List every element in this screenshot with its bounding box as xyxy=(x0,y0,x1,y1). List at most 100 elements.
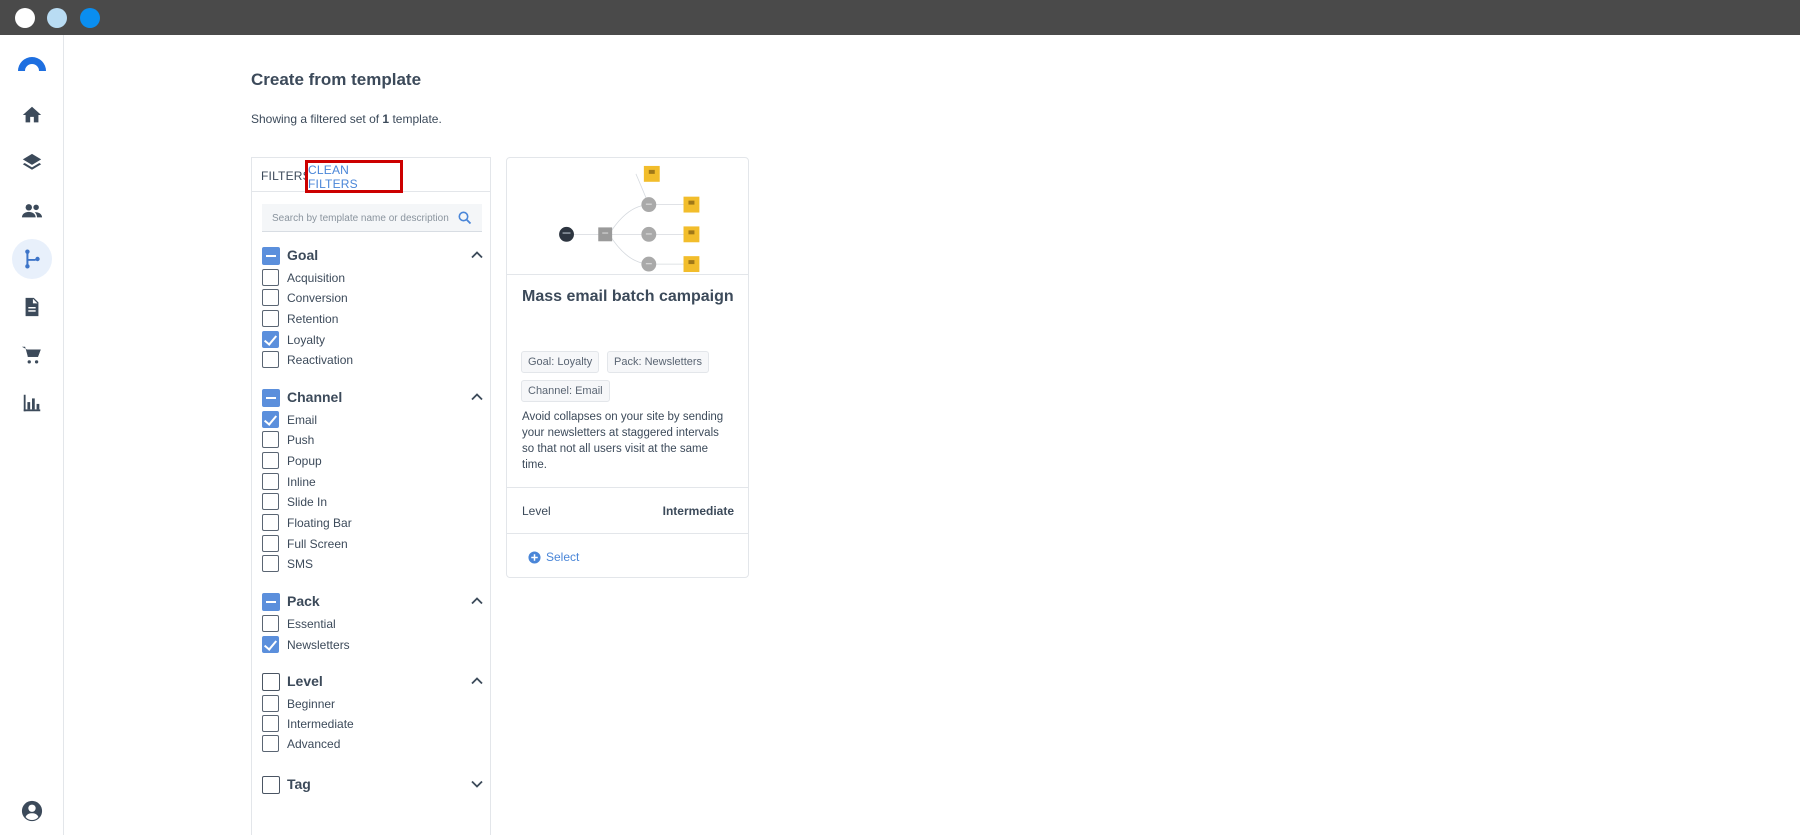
option-label: Popup xyxy=(287,454,322,468)
filter-group-tag: Tag xyxy=(262,775,484,795)
tag-group-checkbox[interactable] xyxy=(262,776,280,794)
option-label: Beginner xyxy=(287,697,336,711)
clean-filters-button[interactable]: CLEAN FILTERS xyxy=(305,160,403,193)
chevron-up-icon[interactable] xyxy=(470,248,484,262)
option-label: Essential xyxy=(287,617,336,631)
chevron-down-icon[interactable] xyxy=(470,777,484,791)
window-titlebar xyxy=(0,0,1800,35)
tag-channel: Channel: Email xyxy=(521,380,610,402)
logo-icon xyxy=(18,57,46,71)
option-label: Full Screen xyxy=(287,537,348,551)
window-dot-lightblue[interactable] xyxy=(47,8,67,28)
plus-circle-icon xyxy=(528,550,541,564)
group-header-level: Level xyxy=(262,672,484,692)
select-template-button[interactable]: Select xyxy=(528,548,579,566)
filter-group-level: Level xyxy=(262,672,484,692)
filter-group-pack: Pack xyxy=(262,592,484,612)
goal-group-checkbox[interactable] xyxy=(262,247,280,265)
checkbox-checked[interactable] xyxy=(262,331,279,348)
group-label-tag: Tag xyxy=(287,776,311,792)
sidebar-item-analytics[interactable] xyxy=(12,383,52,423)
tag-pack: Pack: Newsletters xyxy=(607,351,710,373)
checkbox-checked[interactable] xyxy=(262,411,279,428)
option-label: Acquisition xyxy=(287,271,346,285)
chevron-up-icon[interactable] xyxy=(470,390,484,404)
pack-group-checkbox[interactable] xyxy=(262,593,280,611)
flow-preview-image xyxy=(507,165,748,275)
subtitle-suffix: template. xyxy=(389,112,442,126)
sidebar-item-layers[interactable] xyxy=(12,143,52,183)
option-label: Floating Bar xyxy=(287,516,352,530)
account-icon[interactable] xyxy=(21,800,43,822)
checkbox[interactable] xyxy=(262,289,279,306)
checkbox[interactable] xyxy=(262,452,279,469)
option-label: Push xyxy=(287,433,315,447)
filter-group-channel: Channel xyxy=(262,388,484,408)
checkbox[interactable] xyxy=(262,269,279,286)
window-dot-blue[interactable] xyxy=(80,8,100,28)
layers-icon xyxy=(22,153,42,170)
sidebar-item-cart[interactable] xyxy=(12,335,52,375)
level-value: Intermediate xyxy=(662,504,734,518)
document-icon xyxy=(25,297,39,317)
level-group-checkbox[interactable] xyxy=(262,673,280,691)
search-input[interactable] xyxy=(272,204,452,232)
template-card[interactable]: Mass email batch campaign Goal: Loyalty … xyxy=(506,157,749,578)
checkbox[interactable] xyxy=(262,351,279,368)
sidebar-item-home[interactable] xyxy=(12,95,52,135)
divider xyxy=(507,533,748,534)
group-label-level: Level xyxy=(287,673,323,689)
select-label: Select xyxy=(546,550,580,564)
group-header-tag: Tag xyxy=(262,775,484,795)
search-icon[interactable] xyxy=(458,211,472,225)
option-label: Advanced xyxy=(287,737,341,751)
option-label: Inline xyxy=(287,475,316,489)
chevron-up-icon[interactable] xyxy=(470,594,484,608)
subtitle-prefix: Showing a filtered set of xyxy=(251,112,383,126)
option-label: Reactivation xyxy=(287,353,354,367)
checkbox[interactable] xyxy=(262,535,279,552)
checkbox[interactable] xyxy=(262,431,279,448)
checkbox[interactable] xyxy=(262,493,279,510)
channel-group-checkbox[interactable] xyxy=(262,389,280,407)
sidebar xyxy=(0,35,64,835)
group-label-goal: Goal xyxy=(287,247,319,263)
template-description: Avoid collapses on your site by sending … xyxy=(522,411,724,471)
filter-group-goal: Goal xyxy=(262,246,484,266)
sidebar-item-flows[interactable] xyxy=(12,239,52,279)
option-label: Slide In xyxy=(287,495,328,509)
sidebar-item-people[interactable] xyxy=(12,191,52,231)
level-label: Level xyxy=(522,504,551,518)
group-header-goal: Goal xyxy=(262,246,484,266)
group-header-pack: Pack xyxy=(262,592,484,612)
option-label: Intermediate xyxy=(287,717,354,731)
filters-panel: FILTERS CLEAN FILTERS Goal Acquisition C… xyxy=(251,157,491,835)
option-label: Newsletters xyxy=(287,638,350,652)
option-label: SMS xyxy=(287,557,314,571)
checkbox[interactable] xyxy=(262,735,279,752)
checkbox[interactable] xyxy=(262,310,279,327)
template-search xyxy=(262,204,482,232)
divider xyxy=(507,487,748,488)
checkbox[interactable] xyxy=(262,615,279,632)
flow-icon xyxy=(25,249,40,269)
checkbox-checked[interactable] xyxy=(262,636,279,653)
cart-icon xyxy=(21,346,41,364)
template-title: Mass email batch campaign xyxy=(522,288,734,305)
checkbox[interactable] xyxy=(262,514,279,531)
option-label: Retention xyxy=(287,312,339,326)
checkbox[interactable] xyxy=(262,715,279,732)
sidebar-item-documents[interactable] xyxy=(12,287,52,327)
home-icon xyxy=(22,106,42,123)
page-title: Create from template xyxy=(251,70,422,89)
checkbox[interactable] xyxy=(262,473,279,490)
window-dot-white[interactable] xyxy=(15,8,35,28)
tag-goal: Goal: Loyalty xyxy=(521,351,600,373)
chart-icon xyxy=(23,394,41,412)
checkbox[interactable] xyxy=(262,695,279,712)
checkbox[interactable] xyxy=(262,555,279,572)
option-label: Email xyxy=(287,413,318,427)
filters-title: FILTERS xyxy=(261,169,311,183)
chevron-up-icon[interactable] xyxy=(470,674,484,688)
people-icon xyxy=(21,204,43,218)
